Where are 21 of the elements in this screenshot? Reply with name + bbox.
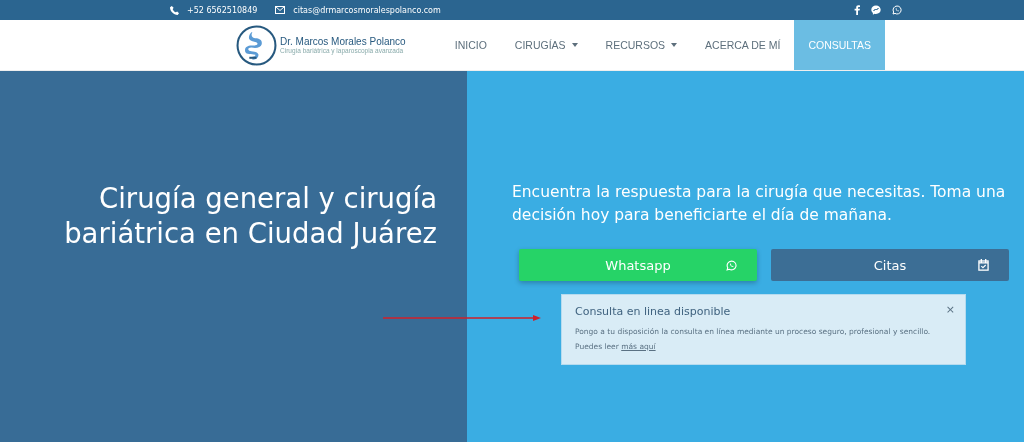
phone-icon [170, 5, 179, 15]
email-address[interactable]: citas@drmarcosmoralespolanco.com [293, 5, 441, 15]
appointments-button[interactable]: Citas [771, 249, 1009, 281]
notice-title: Consulta en linea disponible [575, 305, 731, 318]
whatsapp-icon[interactable] [892, 5, 902, 15]
logo-title: Dr. Marcos Morales Polanco [280, 36, 406, 47]
caret-icon [571, 43, 578, 47]
phone-number[interactable]: +52 6562510849 [187, 5, 258, 15]
nav-link[interactable]: ACERCA DE MÍ [691, 20, 795, 70]
nav-link[interactable]: CIRUGÍAS [500, 20, 592, 70]
mail-icon [275, 6, 286, 14]
whatsapp-icon [726, 259, 737, 271]
calendar-check-icon [978, 259, 989, 271]
close-button[interactable]: × [945, 303, 955, 316]
caret-icon [671, 43, 678, 47]
nav-link[interactable]: RECURSOS [591, 20, 692, 70]
hero-headline: Cirugía general y cirugía bariátrica en Ciudad Juárez [63, 181, 437, 251]
hero-subtitle: Encuentra la respuesta para la cirugía que necesitas. Toma una decisión hoy para beneficiarte el día de mañana. [512, 182, 1007, 226]
facebook-icon[interactable] [854, 5, 860, 15]
nav-link[interactable]: INICIO [440, 20, 501, 70]
messenger-icon[interactable] [871, 5, 881, 15]
